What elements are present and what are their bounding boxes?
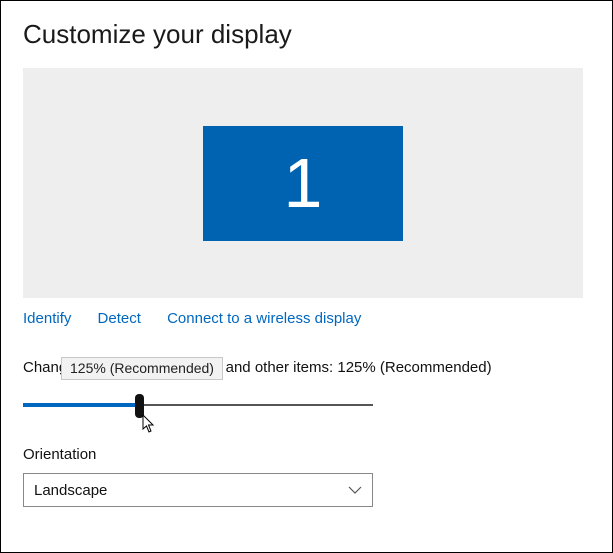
slider-thumb[interactable] bbox=[135, 394, 144, 418]
orientation-select[interactable]: Landscape bbox=[23, 473, 373, 507]
connect-wireless-display-link[interactable]: Connect to a wireless display bbox=[167, 310, 361, 327]
slider-track-filled bbox=[23, 403, 139, 407]
page-title: Customize your display bbox=[23, 19, 590, 50]
scale-tooltip: 125% (Recommended) bbox=[61, 357, 223, 380]
display-arrangement-preview: 1 bbox=[23, 68, 583, 298]
monitor-id-label: 1 bbox=[284, 143, 323, 223]
cursor-icon bbox=[142, 414, 158, 434]
scale-slider[interactable] bbox=[23, 394, 373, 418]
monitor-tile-1[interactable]: 1 bbox=[203, 126, 403, 241]
chevron-down-icon bbox=[348, 486, 362, 494]
display-settings-panel: Customize your display 1 Identify Detect… bbox=[0, 0, 613, 553]
scale-current-value: 125% (Recommended) bbox=[337, 359, 491, 376]
orientation-label: Orientation bbox=[23, 446, 590, 463]
identify-link[interactable]: Identify bbox=[23, 310, 71, 327]
detect-link[interactable]: Detect bbox=[98, 310, 141, 327]
display-actions-row: Identify Detect Connect to a wireless di… bbox=[23, 310, 590, 327]
orientation-selected-value: Landscape bbox=[34, 482, 107, 499]
